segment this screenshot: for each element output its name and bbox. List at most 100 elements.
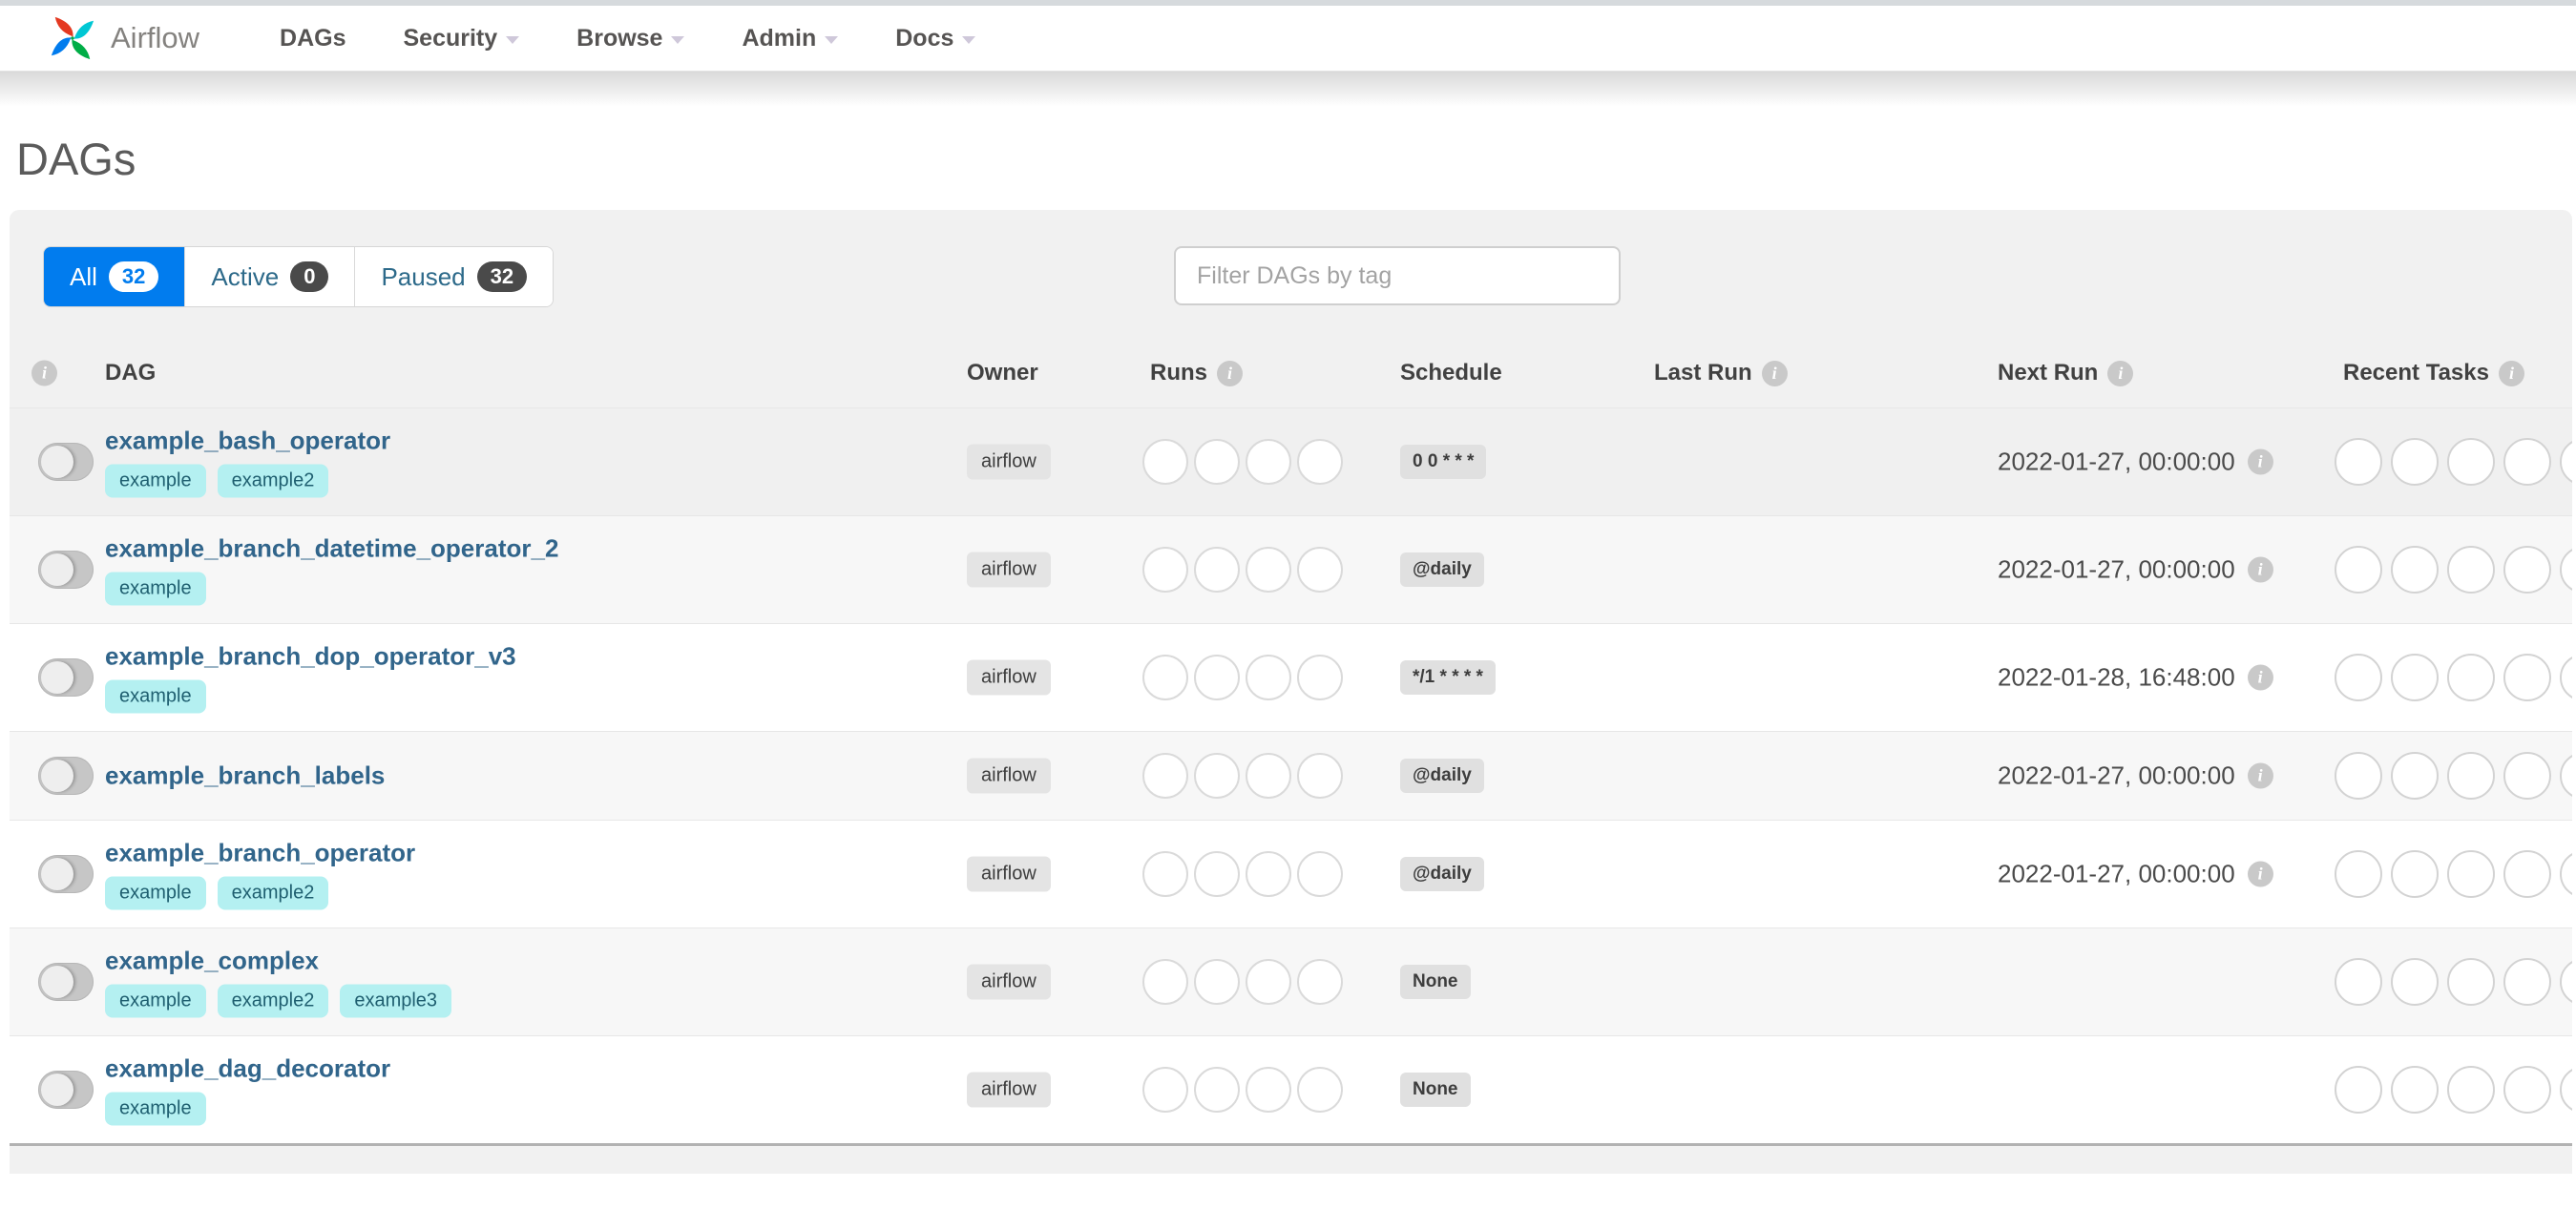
run-status-circle[interactable] <box>1142 1067 1188 1113</box>
recent-task-circle[interactable] <box>2560 438 2572 486</box>
dag-pause-toggle[interactable] <box>38 963 94 1001</box>
run-status-circle[interactable] <box>1142 439 1188 485</box>
recent-task-circle[interactable] <box>2335 752 2382 800</box>
recent-task-circle[interactable] <box>2503 438 2551 486</box>
recent-task-circle[interactable] <box>2560 654 2572 701</box>
dag-link[interactable]: example_dag_decorator <box>105 1054 390 1084</box>
recent-task-circle[interactable] <box>2503 546 2551 594</box>
info-icon[interactable]: i <box>2107 360 2134 386</box>
recent-task-circle[interactable] <box>2447 546 2495 594</box>
dag-pause-toggle[interactable] <box>38 1071 94 1109</box>
dag-tag[interactable]: example <box>105 572 206 606</box>
run-status-circle[interactable] <box>1142 655 1188 700</box>
run-status-circle[interactable] <box>1246 439 1291 485</box>
dag-tag[interactable]: example <box>105 1092 206 1126</box>
run-status-circle[interactable] <box>1297 439 1343 485</box>
column-header-dag[interactable]: DAG <box>105 360 156 386</box>
recent-task-circle[interactable] <box>2447 958 2495 1006</box>
run-status-circle[interactable] <box>1297 851 1343 897</box>
run-status-circle[interactable] <box>1194 851 1240 897</box>
recent-task-circle[interactable] <box>2335 438 2382 486</box>
dag-pause-toggle[interactable] <box>38 757 94 795</box>
tab-paused[interactable]: Paused 32 <box>354 247 554 306</box>
recent-task-circle[interactable] <box>2391 546 2439 594</box>
recent-task-circle[interactable] <box>2391 438 2439 486</box>
dag-link[interactable]: example_bash_operator <box>105 427 390 456</box>
dag-pause-toggle[interactable] <box>38 443 94 481</box>
run-status-circle[interactable] <box>1246 959 1291 1005</box>
run-status-circle[interactable] <box>1142 547 1188 593</box>
dag-tag[interactable]: example2 <box>217 876 329 910</box>
brand[interactable]: Airflow <box>50 15 199 61</box>
recent-task-circle[interactable] <box>2335 958 2382 1006</box>
recent-task-circle[interactable] <box>2560 850 2572 898</box>
nav-item-browse[interactable]: Browse <box>576 25 685 52</box>
recent-task-circle[interactable] <box>2447 850 2495 898</box>
dag-tag[interactable]: example <box>105 464 206 498</box>
nav-item-security[interactable]: Security <box>403 25 520 52</box>
run-status-circle[interactable] <box>1142 959 1188 1005</box>
recent-task-circle[interactable] <box>2503 752 2551 800</box>
info-icon[interactable]: i <box>2247 448 2273 475</box>
run-status-circle[interactable] <box>1246 1067 1291 1113</box>
dag-tag[interactable]: example <box>105 984 206 1018</box>
recent-task-circle[interactable] <box>2560 958 2572 1006</box>
info-icon[interactable]: i <box>2247 762 2273 789</box>
recent-task-circle[interactable] <box>2335 1066 2382 1114</box>
recent-task-circle[interactable] <box>2503 654 2551 701</box>
recent-task-circle[interactable] <box>2503 958 2551 1006</box>
run-status-circle[interactable] <box>1246 547 1291 593</box>
run-status-circle[interactable] <box>1297 959 1343 1005</box>
recent-task-circle[interactable] <box>2503 1066 2551 1114</box>
dag-link[interactable]: example_branch_operator <box>105 839 415 868</box>
schedule-badge[interactable]: */1 * * * * <box>1400 660 1496 695</box>
run-status-circle[interactable] <box>1194 959 1240 1005</box>
recent-task-circle[interactable] <box>2447 438 2495 486</box>
dag-tag[interactable]: example <box>105 679 206 714</box>
recent-task-circle[interactable] <box>2447 654 2495 701</box>
dag-tag[interactable]: example2 <box>217 464 329 498</box>
run-status-circle[interactable] <box>1297 753 1343 799</box>
recent-task-circle[interactable] <box>2447 752 2495 800</box>
schedule-badge[interactable]: @daily <box>1400 759 1484 793</box>
dag-link[interactable]: example_branch_dop_operator_v3 <box>105 642 516 672</box>
dag-pause-toggle[interactable] <box>38 855 94 893</box>
dag-tag[interactable]: example2 <box>217 984 329 1018</box>
recent-task-circle[interactable] <box>2335 546 2382 594</box>
run-status-circle[interactable] <box>1142 753 1188 799</box>
info-icon[interactable]: i <box>31 360 57 386</box>
recent-task-circle[interactable] <box>2503 850 2551 898</box>
info-icon[interactable]: i <box>1761 360 1788 386</box>
filter-dags-by-tag-input[interactable] <box>1174 246 1621 305</box>
info-icon[interactable]: i <box>2498 360 2524 386</box>
info-icon[interactable]: i <box>2247 556 2273 583</box>
recent-task-circle[interactable] <box>2560 752 2572 800</box>
recent-task-circle[interactable] <box>2335 850 2382 898</box>
run-status-circle[interactable] <box>1194 1067 1240 1113</box>
nav-item-admin[interactable]: Admin <box>742 25 839 52</box>
recent-task-circle[interactable] <box>2560 1066 2572 1114</box>
run-status-circle[interactable] <box>1246 753 1291 799</box>
run-status-circle[interactable] <box>1194 547 1240 593</box>
schedule-badge[interactable]: None <box>1400 1073 1471 1107</box>
run-status-circle[interactable] <box>1297 547 1343 593</box>
info-icon[interactable]: i <box>2247 861 2273 887</box>
tab-all[interactable]: All 32 <box>44 247 185 306</box>
run-status-circle[interactable] <box>1194 655 1240 700</box>
dag-tag[interactable]: example3 <box>340 984 452 1018</box>
dag-tag[interactable]: example <box>105 876 206 910</box>
dag-link[interactable]: example_branch_labels <box>105 761 385 791</box>
run-status-circle[interactable] <box>1142 851 1188 897</box>
dag-link[interactable]: example_complex <box>105 947 319 976</box>
dag-pause-toggle[interactable] <box>38 551 94 589</box>
run-status-circle[interactable] <box>1194 753 1240 799</box>
recent-task-circle[interactable] <box>2391 1066 2439 1114</box>
recent-task-circle[interactable] <box>2560 546 2572 594</box>
tab-active[interactable]: Active 0 <box>184 247 355 306</box>
run-status-circle[interactable] <box>1297 655 1343 700</box>
run-status-circle[interactable] <box>1297 1067 1343 1113</box>
recent-task-circle[interactable] <box>2447 1066 2495 1114</box>
dag-pause-toggle[interactable] <box>38 658 94 697</box>
recent-task-circle[interactable] <box>2391 752 2439 800</box>
schedule-badge[interactable]: None <box>1400 965 1471 999</box>
